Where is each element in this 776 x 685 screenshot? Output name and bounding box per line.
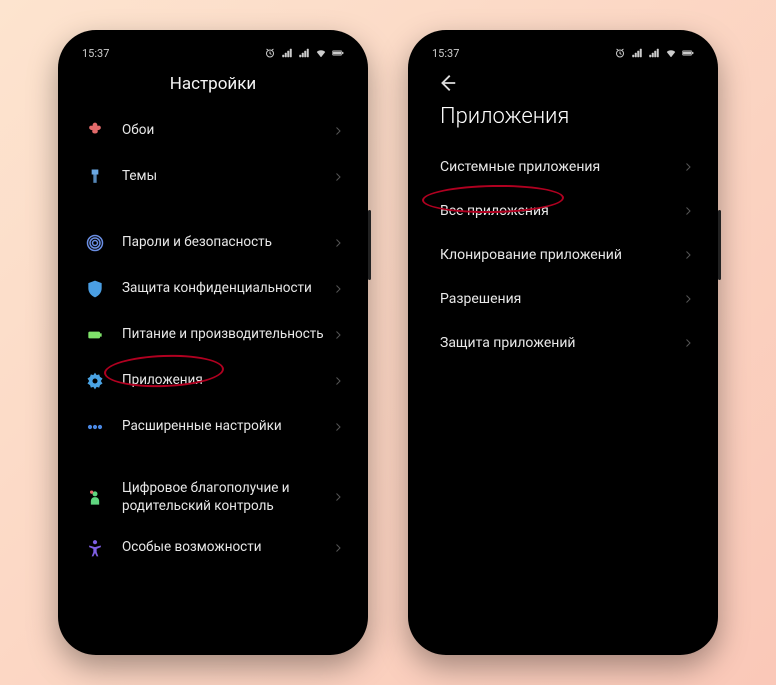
- settings-row-5[interactable]: Питание и производительность: [68, 312, 358, 358]
- wifi-icon: [315, 47, 327, 59]
- apps-row-label: Все приложения: [440, 202, 682, 220]
- settings-row-label: Темы: [122, 168, 332, 186]
- dots-icon: [82, 414, 108, 440]
- settings-row-6[interactable]: Приложения: [68, 358, 358, 404]
- wellbeing-icon: [82, 485, 108, 511]
- gear-icon: [82, 368, 108, 394]
- apps-row-label: Разрешения: [440, 290, 682, 308]
- flower-icon: [82, 118, 108, 144]
- apps-row-label: Защита приложений: [440, 334, 682, 352]
- settings-row-label: Пароли и безопасность: [122, 234, 332, 252]
- settings-row-10[interactable]: Особые возможности: [68, 525, 358, 571]
- status-bar: 15:37: [418, 40, 708, 66]
- chevron-right-icon: [682, 202, 694, 221]
- chevron-right-icon: [682, 290, 694, 309]
- settings-row-3[interactable]: Пароли и безопасность: [68, 220, 358, 266]
- accessibility-icon: [82, 535, 108, 561]
- status-time: 15:37: [82, 47, 109, 60]
- chevron-right-icon: [332, 539, 344, 558]
- settings-row-label: Цифровое благополучие и родительский кон…: [122, 480, 332, 515]
- apps-row-0[interactable]: Системные приложения: [418, 145, 708, 189]
- settings-row-label: Приложения: [122, 372, 332, 390]
- screen-settings: 15:37 Настройки Обои Темы Пароли и безопас…: [68, 40, 358, 645]
- signal-icon: [281, 47, 293, 59]
- battery-icon: [82, 322, 108, 348]
- settings-row-9[interactable]: Цифровое благополучие и родительский кон…: [68, 470, 358, 525]
- settings-row-7[interactable]: Расширенные настройки: [68, 404, 358, 450]
- chevron-right-icon: [682, 246, 694, 265]
- back-button[interactable]: [418, 66, 708, 102]
- chevron-right-icon: [682, 158, 694, 177]
- chevron-right-icon: [332, 122, 344, 141]
- settings-row-label: Питание и производительность: [122, 326, 332, 344]
- apps-row-4[interactable]: Защита приложений: [418, 321, 708, 365]
- back-arrow-icon: [436, 72, 458, 94]
- chevron-right-icon: [332, 326, 344, 345]
- phone-frame-right: 15:37 Приложения Системные приложения Все…: [408, 30, 718, 655]
- apps-list: Системные приложения Все приложения Клонир…: [418, 145, 708, 645]
- signal-icon: [631, 47, 643, 59]
- signal-icon-2: [648, 47, 660, 59]
- chevron-right-icon: [332, 488, 344, 507]
- signal-icon-2: [298, 47, 310, 59]
- chevron-right-icon: [332, 168, 344, 187]
- settings-row-1[interactable]: Темы: [68, 154, 358, 200]
- apps-row-3[interactable]: Разрешения: [418, 277, 708, 321]
- alarm-icon: [264, 47, 276, 59]
- status-bar: 15:37: [68, 40, 358, 66]
- chevron-right-icon: [332, 280, 344, 299]
- page-title: Приложения: [418, 102, 708, 145]
- apps-row-2[interactable]: Клонирование приложений: [418, 233, 708, 277]
- status-icons: [264, 47, 344, 59]
- settings-row-0[interactable]: Обои: [68, 108, 358, 154]
- settings-row-label: Обои: [122, 122, 332, 140]
- chevron-right-icon: [332, 418, 344, 437]
- chevron-right-icon: [332, 234, 344, 253]
- chevron-right-icon: [332, 372, 344, 391]
- settings-list: Обои Темы Пароли и безопасность Защита конф…: [68, 108, 358, 645]
- settings-row-4[interactable]: Защита конфиденциальности: [68, 266, 358, 312]
- phone-frame-left: 15:37 Настройки Обои Темы Пароли и безопас…: [58, 30, 368, 655]
- settings-row-label: Расширенные настройки: [122, 418, 332, 436]
- chevron-right-icon: [682, 334, 694, 353]
- battery-icon: [332, 47, 344, 59]
- settings-row-label: Защита конфиденциальности: [122, 280, 332, 298]
- apps-row-label: Системные приложения: [440, 158, 682, 176]
- shield-icon: [82, 276, 108, 302]
- status-time: 15:37: [432, 47, 459, 60]
- apps-row-label: Клонирование приложений: [440, 246, 682, 264]
- alarm-icon: [614, 47, 626, 59]
- wifi-icon: [665, 47, 677, 59]
- brush-icon: [82, 164, 108, 190]
- page-title: Настройки: [68, 66, 358, 108]
- fingerprint-icon: [82, 230, 108, 256]
- apps-row-1[interactable]: Все приложения: [418, 189, 708, 233]
- status-icons: [614, 47, 694, 59]
- screen-apps: 15:37 Приложения Системные приложения Все…: [418, 40, 708, 645]
- battery-icon: [682, 47, 694, 59]
- settings-row-label: Особые возможности: [122, 539, 332, 557]
